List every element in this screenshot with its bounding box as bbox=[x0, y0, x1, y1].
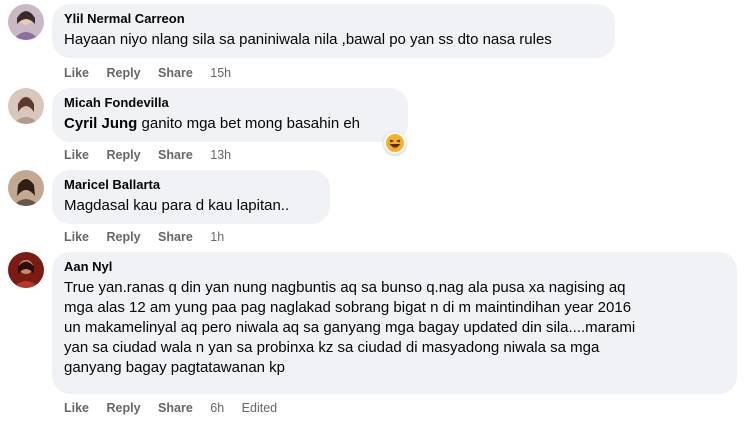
mention-link[interactable]: Cyril Jung bbox=[64, 115, 137, 132]
comment-actions: Like Reply Share 6h Edited bbox=[64, 400, 277, 416]
comment-author[interactable]: Maricel Ballarta bbox=[64, 177, 318, 193]
comment-text-line: ganyang bagay pagtatawanan kp bbox=[64, 359, 286, 376]
comment-bubble: Aan Nyl True yan.ranas q din yan nung na… bbox=[52, 252, 737, 394]
comment-bubble: Ylil Nermal Carreon Hayaan niyo nlang si… bbox=[52, 4, 615, 58]
reply-button[interactable]: Reply bbox=[107, 401, 141, 415]
like-button[interactable]: Like bbox=[64, 148, 89, 162]
share-button[interactable]: Share bbox=[158, 230, 193, 244]
share-button[interactable]: Share bbox=[158, 148, 193, 162]
comment-text: Cyril Jung ganito mga bet mong basahin e… bbox=[64, 114, 396, 134]
comment-text-line: mga alas 12 am yung paa pag naglakad sob… bbox=[64, 299, 632, 316]
comment-text-line: True yan.ranas q din yan nung nagbuntis … bbox=[64, 279, 626, 296]
comment-actions: Like Reply Share 15h bbox=[64, 65, 245, 81]
avatar[interactable] bbox=[8, 4, 44, 40]
comment-actions: Like Reply Share 13h bbox=[64, 147, 245, 163]
avatar[interactable] bbox=[8, 88, 44, 124]
comment-timestamp[interactable]: 1h bbox=[210, 230, 224, 244]
comment-author[interactable]: Ylil Nermal Carreon bbox=[64, 11, 603, 27]
comment-bubble: Micah Fondevilla Cyril Jung ganito mga b… bbox=[52, 88, 408, 142]
comment-actions: Like Reply Share 1h bbox=[64, 229, 238, 245]
haha-reaction-icon[interactable] bbox=[384, 132, 406, 154]
avatar[interactable] bbox=[8, 252, 44, 288]
like-button[interactable]: Like bbox=[64, 401, 89, 415]
avatar[interactable] bbox=[8, 170, 44, 206]
like-button[interactable]: Like bbox=[64, 230, 89, 244]
edited-label[interactable]: Edited bbox=[242, 401, 277, 415]
like-button[interactable]: Like bbox=[64, 66, 89, 80]
comment-text-body: ganito mga bet mong basahin eh bbox=[141, 115, 361, 132]
comment-text: Magdasal kau para d kau lapitan.. bbox=[64, 197, 290, 214]
reply-button[interactable]: Reply bbox=[107, 66, 141, 80]
comment-timestamp[interactable]: 6h bbox=[210, 401, 224, 415]
share-button[interactable]: Share bbox=[158, 401, 193, 415]
comment-timestamp[interactable]: 13h bbox=[210, 148, 231, 162]
comment-author[interactable]: Aan Nyl bbox=[64, 259, 725, 275]
share-button[interactable]: Share bbox=[158, 66, 193, 80]
comment-text: True yan.ranas q din yan nung nagbuntis … bbox=[64, 278, 725, 378]
comment-text-line: yan sa ciudad wala n yan sa probinxa kz … bbox=[64, 339, 600, 356]
comment-text-line: un makamelinyal aq pero niwala aq sa gan… bbox=[64, 319, 636, 336]
comment-bubble: Maricel Ballarta Magdasal kau para d kau… bbox=[52, 170, 330, 224]
reply-button[interactable]: Reply bbox=[107, 148, 141, 162]
comment-timestamp[interactable]: 15h bbox=[210, 66, 231, 80]
comment-author[interactable]: Micah Fondevilla bbox=[64, 95, 396, 111]
reply-button[interactable]: Reply bbox=[107, 230, 141, 244]
comment-text: Hayaan niyo nlang sila sa paniniwala nil… bbox=[64, 31, 552, 48]
